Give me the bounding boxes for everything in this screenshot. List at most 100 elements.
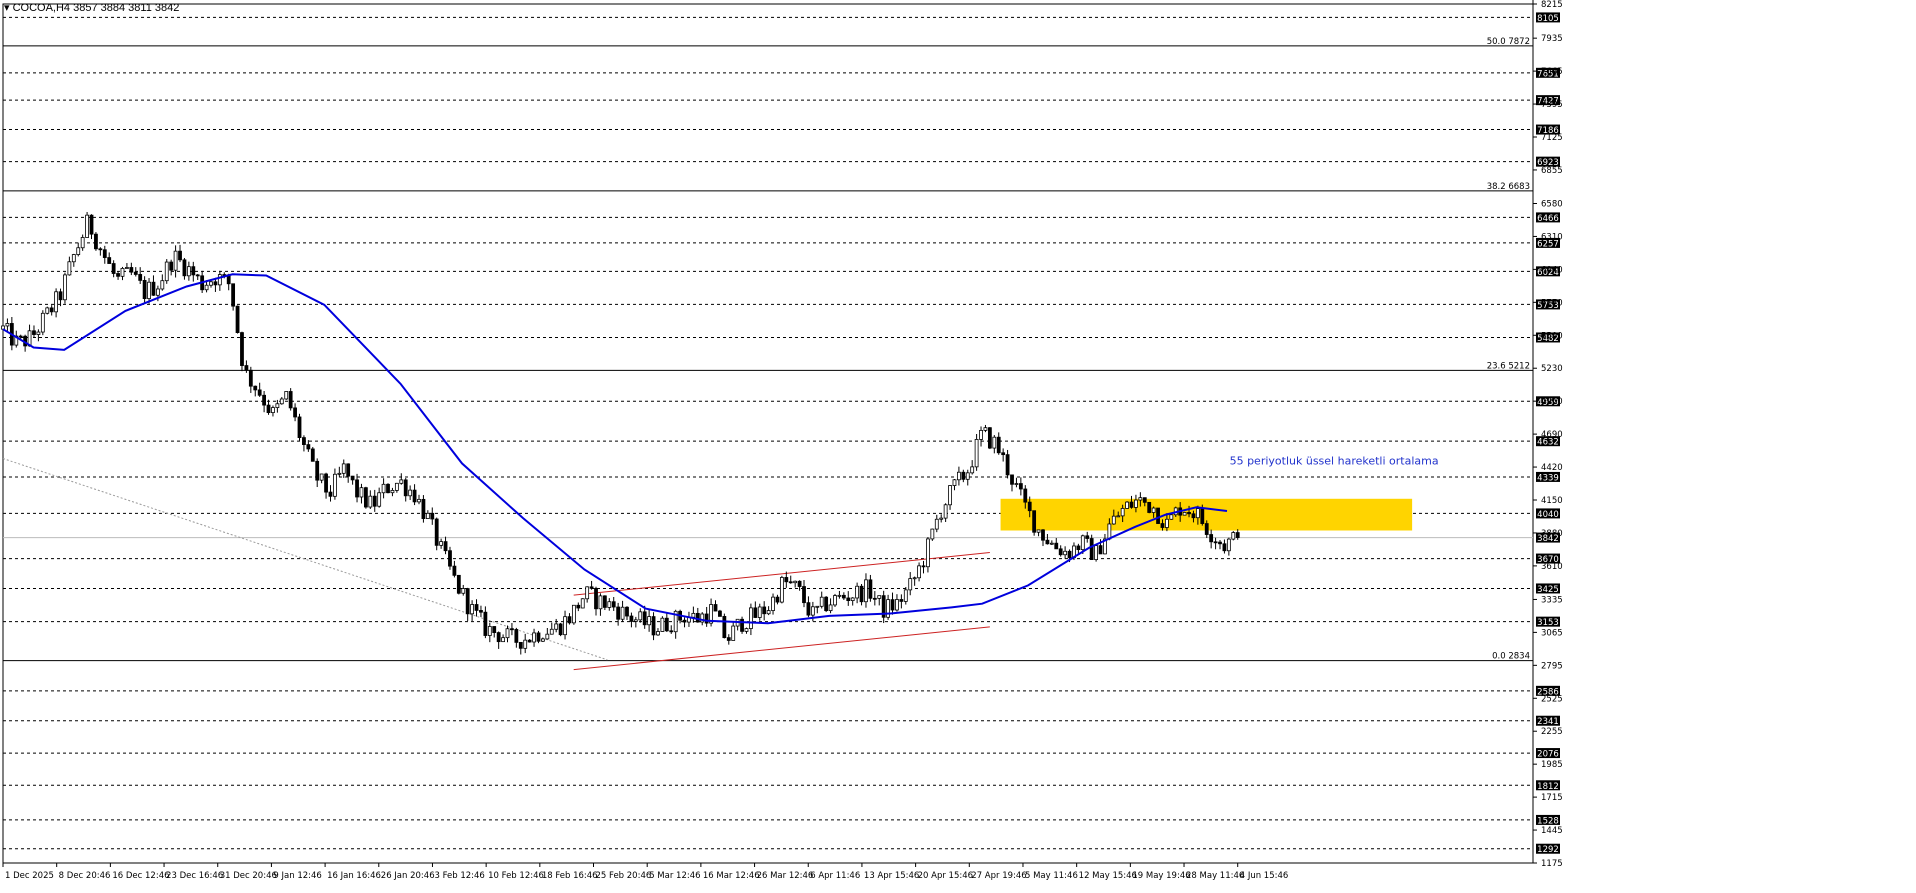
chart-header: ▾ COCOA,H4 3857 3884 3811 3842 [4,1,179,14]
candle-body [231,283,236,307]
candle-body [576,604,581,609]
price-chart[interactable]: 8105765174277186692364666257602457535482… [0,0,1916,888]
dropdown-arrow-icon[interactable]: ▾ [4,2,10,14]
candle-body [377,492,382,507]
time-tick-label: 8 Dec 20:46 [59,871,111,881]
candle-body [638,611,643,621]
candle-body [49,307,54,313]
candle-body [713,604,718,612]
fibonacci-level-label: 0.0 2834 [1492,652,1530,662]
candle-body [98,248,103,251]
candle-body [1054,542,1059,550]
candle-body [1231,532,1236,540]
candle-body [744,628,749,632]
candle-body [337,472,342,475]
candle-body [620,606,625,620]
price-tick-label: 2255 [1541,727,1563,737]
candle-body [952,479,957,486]
candle-body [483,611,488,636]
candle-body [319,473,324,481]
candle-body [492,626,497,633]
candle-body [1111,515,1116,525]
candle-body [607,601,612,608]
candle-body [585,586,590,600]
candle-body [430,512,435,520]
candle-body [682,619,687,623]
candle-body [1147,501,1152,513]
candle-body [1160,523,1165,528]
candle-body [18,335,23,338]
candle-body [191,266,196,276]
level-label: 1528 [1537,816,1559,826]
price-tick-label: 4420 [1541,463,1563,473]
candle-body [178,250,182,261]
time-tick-label: 10 Feb 12:46 [488,871,544,881]
candle-body [912,577,917,580]
candle-body [439,541,444,546]
candle-body [740,618,744,632]
candle-body [479,610,483,613]
candle-body [425,512,430,519]
level-label: 4040 [1537,510,1559,520]
candle-body [1045,539,1050,545]
candle-body [510,628,514,631]
candle-body [204,284,209,291]
price-tick-label: 4150 [1541,496,1563,506]
candle-body [602,595,607,608]
candle-body [757,606,762,618]
candle-body [470,604,475,615]
price-tick-label: 1445 [1541,826,1563,836]
candle-body [527,639,532,643]
candle-body [514,629,519,643]
candle-body [961,471,966,480]
candle-body [155,288,160,296]
candle-body [1032,510,1037,533]
time-tick-label: 27 Apr 19:46 [971,871,1026,881]
candle-body [5,323,10,327]
time-tick-label: 26 Jan 20:46 [381,871,435,881]
candle-body [987,427,992,449]
candle-body [651,616,656,636]
price-tick-label: 6040 [1541,265,1563,275]
candle-body [563,616,567,636]
candle-body [992,436,997,449]
candle-body [240,332,244,366]
chart-area[interactable]: 8105 7651 7427 7186 6923 6466 6257 6024 5753 5482… [0,0,1916,888]
candle-body [496,632,501,643]
candle-body [549,628,554,635]
candle-body [45,307,50,314]
candle-body [722,616,727,639]
candle-body [107,257,112,264]
candle-body [749,607,753,629]
candle-body [753,607,758,618]
candle-body [779,577,784,603]
time-tick-label: 25 Feb 20:46 [596,871,652,881]
candle-body [974,439,979,468]
candle-body [797,580,802,587]
candle-body [1116,515,1121,518]
candle-body [1195,508,1200,519]
time-tick-label: 18 Feb 16:46 [542,871,598,881]
candle-body [169,261,174,271]
time-tick-label: 19 May 19:46 [1132,871,1190,881]
candle-body [125,267,129,269]
candle-body [443,541,448,552]
candle-body [1165,518,1169,528]
price-tick-label: 8215 [1541,0,1563,10]
candle-body [1063,550,1068,556]
candle-body [186,266,191,277]
candle-body [647,616,652,626]
candle-body [802,586,806,604]
price-tick-label: 4960 [1541,397,1563,407]
candle-body [244,365,249,371]
candle-body [346,463,351,477]
candle-body [979,429,983,440]
candle-body [1213,541,1218,544]
price-tick-label: 1715 [1541,793,1563,803]
candle-body [695,612,700,623]
candle-body [284,391,289,400]
candle-body [567,616,572,624]
candle-body [448,550,452,567]
candle-body [217,274,222,286]
symbol-label: COCOA,H4 [12,2,71,14]
